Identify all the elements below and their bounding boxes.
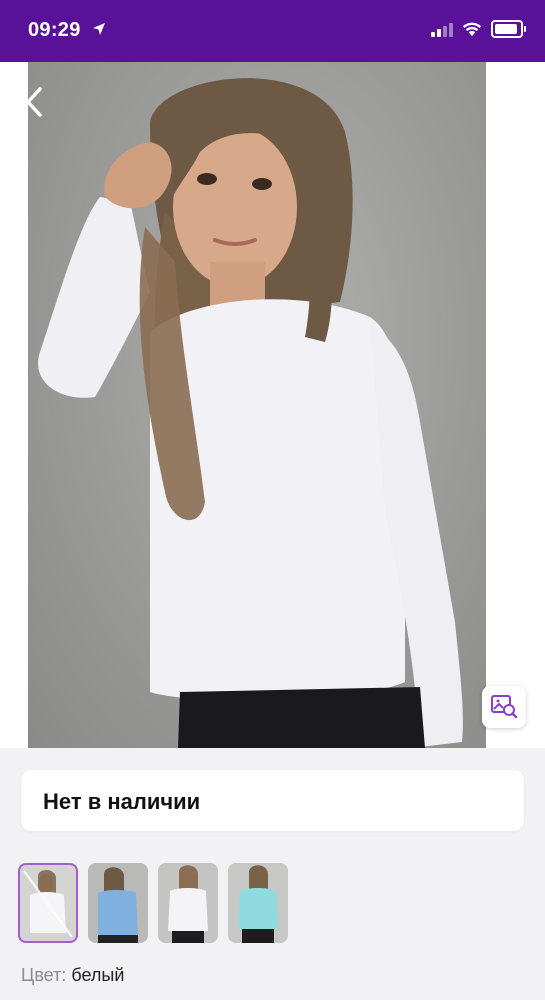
model-figure — [38, 78, 463, 748]
battery-icon — [491, 20, 526, 38]
thumbnail-white[interactable] — [158, 863, 218, 943]
product-photo[interactable] — [0, 62, 545, 748]
visual-search-button[interactable] — [482, 686, 526, 728]
availability-card: Нет в наличии — [21, 770, 524, 831]
signal-icon — [431, 21, 453, 37]
back-arrow-icon[interactable] — [20, 84, 50, 120]
status-time: 09:29 — [28, 19, 81, 41]
share-icon[interactable] — [496, 82, 528, 120]
visual-search-icon — [491, 695, 518, 719]
status-indicators — [431, 20, 526, 38]
thumbnail-white-selected[interactable] — [18, 863, 78, 943]
color-info: Цвет: белый — [21, 965, 124, 986]
availability-status: Нет в наличии — [43, 789, 201, 814]
thumbnail-blue[interactable] — [88, 863, 148, 943]
color-label: Цвет: — [21, 965, 67, 985]
thumbnail-turquoise[interactable] — [228, 863, 288, 943]
wifi-icon — [462, 22, 482, 36]
color-variant-thumbnails — [18, 863, 288, 943]
status-bar: 09:29 — [0, 0, 545, 62]
color-value: белый — [71, 965, 125, 985]
location-arrow-icon — [93, 23, 105, 35]
